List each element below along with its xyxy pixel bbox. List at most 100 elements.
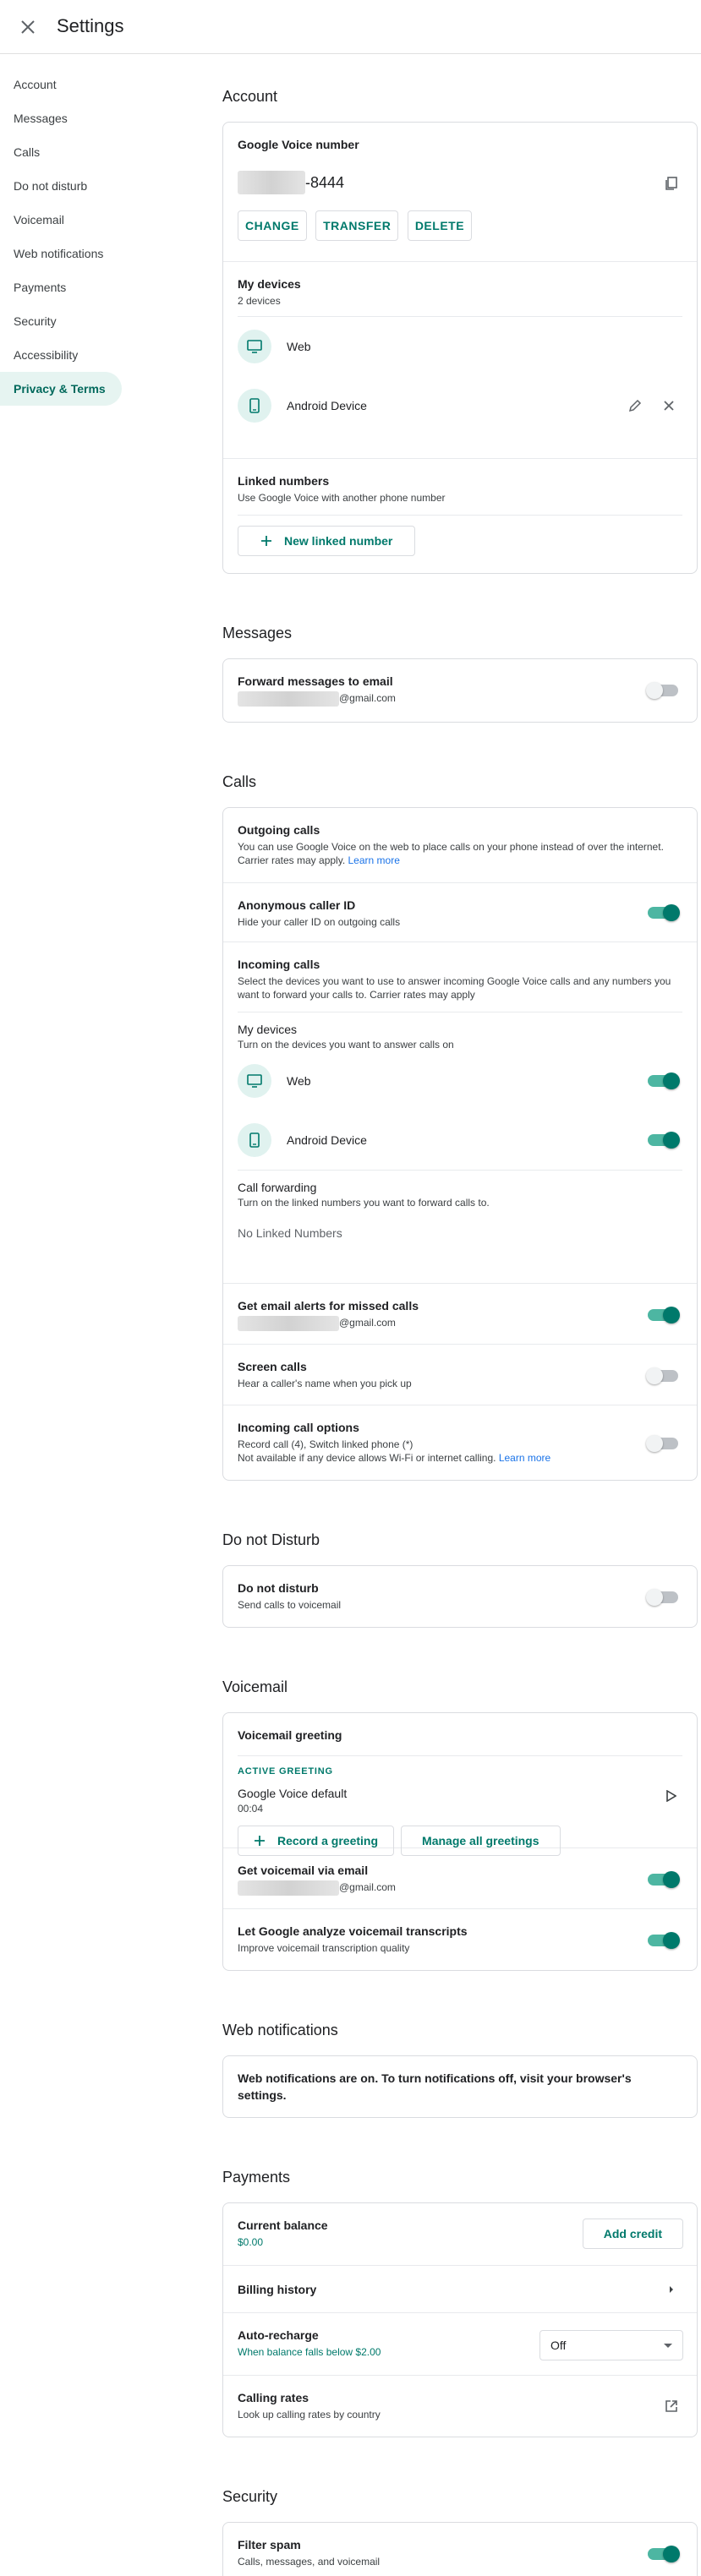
call-device-web-toggle[interactable] <box>648 1072 680 1089</box>
calling-rates-title: Calling rates <box>238 2391 309 2404</box>
edit-device-button[interactable] <box>625 396 645 416</box>
desktop-icon <box>238 1064 271 1098</box>
auto-recharge-select[interactable]: Off <box>539 2330 683 2360</box>
play-greeting-button[interactable] <box>661 1786 682 1806</box>
close-button[interactable] <box>17 16 39 38</box>
sidebar-item-security[interactable]: Security <box>0 304 135 338</box>
sidebar-item-do-not-disturb[interactable]: Do not disturb <box>0 169 135 203</box>
anonymous-caller-sub: Hide your caller ID on outgoing calls <box>238 916 401 928</box>
billing-history-block[interactable]: Billing history <box>223 2266 697 2313</box>
transfer-number-button[interactable]: TRANSFER <box>315 210 399 241</box>
sidebar-item-messages[interactable]: Messages <box>0 101 135 135</box>
anonymous-caller-toggle[interactable] <box>648 904 680 921</box>
call-device-label-android: Android Device <box>287 1133 367 1147</box>
screen-calls-sub: Hear a caller's name when you pick up <box>238 1378 412 1389</box>
missed-call-alerts-email: @gmail.com <box>238 1316 682 1331</box>
sidebar-item-calls[interactable]: Calls <box>0 135 135 169</box>
remove-device-button[interactable] <box>659 396 679 416</box>
calling-rates-open-button[interactable] <box>661 2396 682 2416</box>
top-bar: Settings <box>0 0 701 54</box>
record-greeting-label: Record a greeting <box>277 1834 379 1847</box>
email-suffix: @gmail.com <box>339 1317 396 1329</box>
device-label-web: Web <box>287 340 311 353</box>
incoming-options-line2: Not available if any device allows Wi-Fi… <box>238 1451 682 1465</box>
dnd-card: Do not disturb Send calls to voicemail <box>222 1565 698 1628</box>
anonymous-caller-title: Anonymous caller ID <box>238 898 356 912</box>
call-device-label-web: Web <box>287 1074 311 1088</box>
payments-section-title: Payments <box>222 2169 291 2186</box>
screen-calls-block: Screen calls Hear a caller's name when y… <box>223 1345 697 1405</box>
sidebar-item-accessibility[interactable]: Accessibility <box>0 338 135 372</box>
web-notifications-section-title: Web notifications <box>222 2022 338 2038</box>
play-icon <box>666 1790 676 1802</box>
call-device-android-toggle[interactable] <box>648 1132 680 1149</box>
incoming-options-learn-more-link[interactable]: Learn more <box>499 1452 550 1464</box>
my-devices-title: My devices <box>238 277 301 291</box>
forward-messages-email: @gmail.com <box>238 691 682 707</box>
dnd-block: Do not disturb Send calls to voicemail <box>223 1566 697 1627</box>
no-linked-numbers: No Linked Numbers <box>238 1226 342 1240</box>
divider <box>238 1755 682 1756</box>
dnd-sub: Send calls to voicemail <box>238 1599 342 1611</box>
redacted-email <box>238 691 339 707</box>
call-devices-title: My devices <box>238 1023 298 1036</box>
copy-number-button[interactable] <box>661 173 682 194</box>
sidebar-item-payments[interactable]: Payments <box>0 270 135 304</box>
filter-spam-toggle[interactable] <box>648 2546 680 2562</box>
sidebar-item-privacy-terms[interactable]: Privacy & Terms <box>0 372 122 406</box>
divider <box>238 1170 682 1171</box>
sidebar-item-account[interactable]: Account <box>0 68 135 101</box>
incoming-options-toggle[interactable] <box>646 1435 678 1452</box>
screen-calls-title: Screen calls <box>238 1360 307 1373</box>
gv-number-actions: CHANGE TRANSFER DELETE <box>238 210 682 241</box>
outgoing-learn-more-link[interactable]: Learn more <box>348 854 400 866</box>
web-notifications-block: Web notifications are on. To turn notifi… <box>223 2056 697 2117</box>
voicemail-email-block: Get voicemail via email @gmail.com <box>223 1848 697 1909</box>
voicemail-email-toggle[interactable] <box>648 1871 680 1888</box>
sidebar-item-voicemail[interactable]: Voicemail <box>0 203 135 237</box>
incoming-options-line1: Record call (4), Switch linked phone (*) <box>238 1438 413 1450</box>
voicemail-transcripts-toggle[interactable] <box>648 1932 680 1949</box>
close-icon <box>664 401 674 411</box>
change-number-button[interactable]: CHANGE <box>238 210 307 241</box>
pencil-icon <box>628 399 642 412</box>
outgoing-calls-title: Outgoing calls <box>238 823 320 837</box>
calls-card: Outgoing calls You can use Google Voice … <box>222 807 698 1481</box>
chevron-right-icon <box>661 2279 682 2300</box>
auto-recharge-value: Off <box>550 2339 567 2352</box>
gv-number-suffix: -8444 <box>305 173 345 191</box>
voicemail-transcripts-sub: Improve voicemail transcription quality <box>238 1942 410 1954</box>
gv-number-title: Google Voice number <box>238 138 359 151</box>
add-credit-button[interactable]: Add credit <box>582 2219 683 2249</box>
account-section-title: Account <box>222 88 278 105</box>
forward-messages-toggle[interactable] <box>646 682 678 699</box>
messages-section-title: Messages <box>222 625 293 641</box>
forward-messages-title: Forward messages to email <box>238 674 393 688</box>
close-icon <box>21 20 35 34</box>
web-notifications-card: Web notifications are on. To turn notifi… <box>222 2055 698 2118</box>
copy-icon <box>665 177 677 190</box>
gv-number-block: Google Voice number -8444 CHANGE TRANSFE… <box>223 123 697 262</box>
plus-icon <box>255 1836 265 1846</box>
email-suffix: @gmail.com <box>339 1881 396 1894</box>
new-linked-number-button[interactable]: New linked number <box>238 526 416 556</box>
missed-call-alerts-toggle[interactable] <box>648 1307 680 1323</box>
delete-number-button[interactable]: DELETE <box>407 210 473 241</box>
missed-call-alerts-title: Get email alerts for missed calls <box>238 1299 419 1313</box>
my-devices-count: 2 devices <box>238 295 281 307</box>
screen-calls-toggle[interactable] <box>646 1367 678 1384</box>
phone-icon <box>238 1123 271 1157</box>
dnd-title: Do not disturb <box>238 1581 319 1595</box>
payments-card: Current balance $0.00 Add credit Billing… <box>222 2202 698 2437</box>
redacted-email <box>238 1316 339 1331</box>
device-label-android: Android Device <box>287 399 367 412</box>
web-notifications-text: Web notifications are on. To turn notifi… <box>238 2071 632 2102</box>
call-device-row-android: Android Device <box>238 1111 682 1170</box>
call-devices-sub: Turn on the devices you want to answer c… <box>238 1039 454 1051</box>
sidebar: Account Messages Calls Do not disturb Vo… <box>0 68 135 406</box>
divider <box>238 515 682 516</box>
redacted-number <box>238 171 305 194</box>
filter-spam-block: Filter spam Calls, messages, and voicema… <box>223 2523 697 2576</box>
dnd-toggle[interactable] <box>646 1589 678 1606</box>
sidebar-item-web-notifications[interactable]: Web notifications <box>0 237 135 270</box>
